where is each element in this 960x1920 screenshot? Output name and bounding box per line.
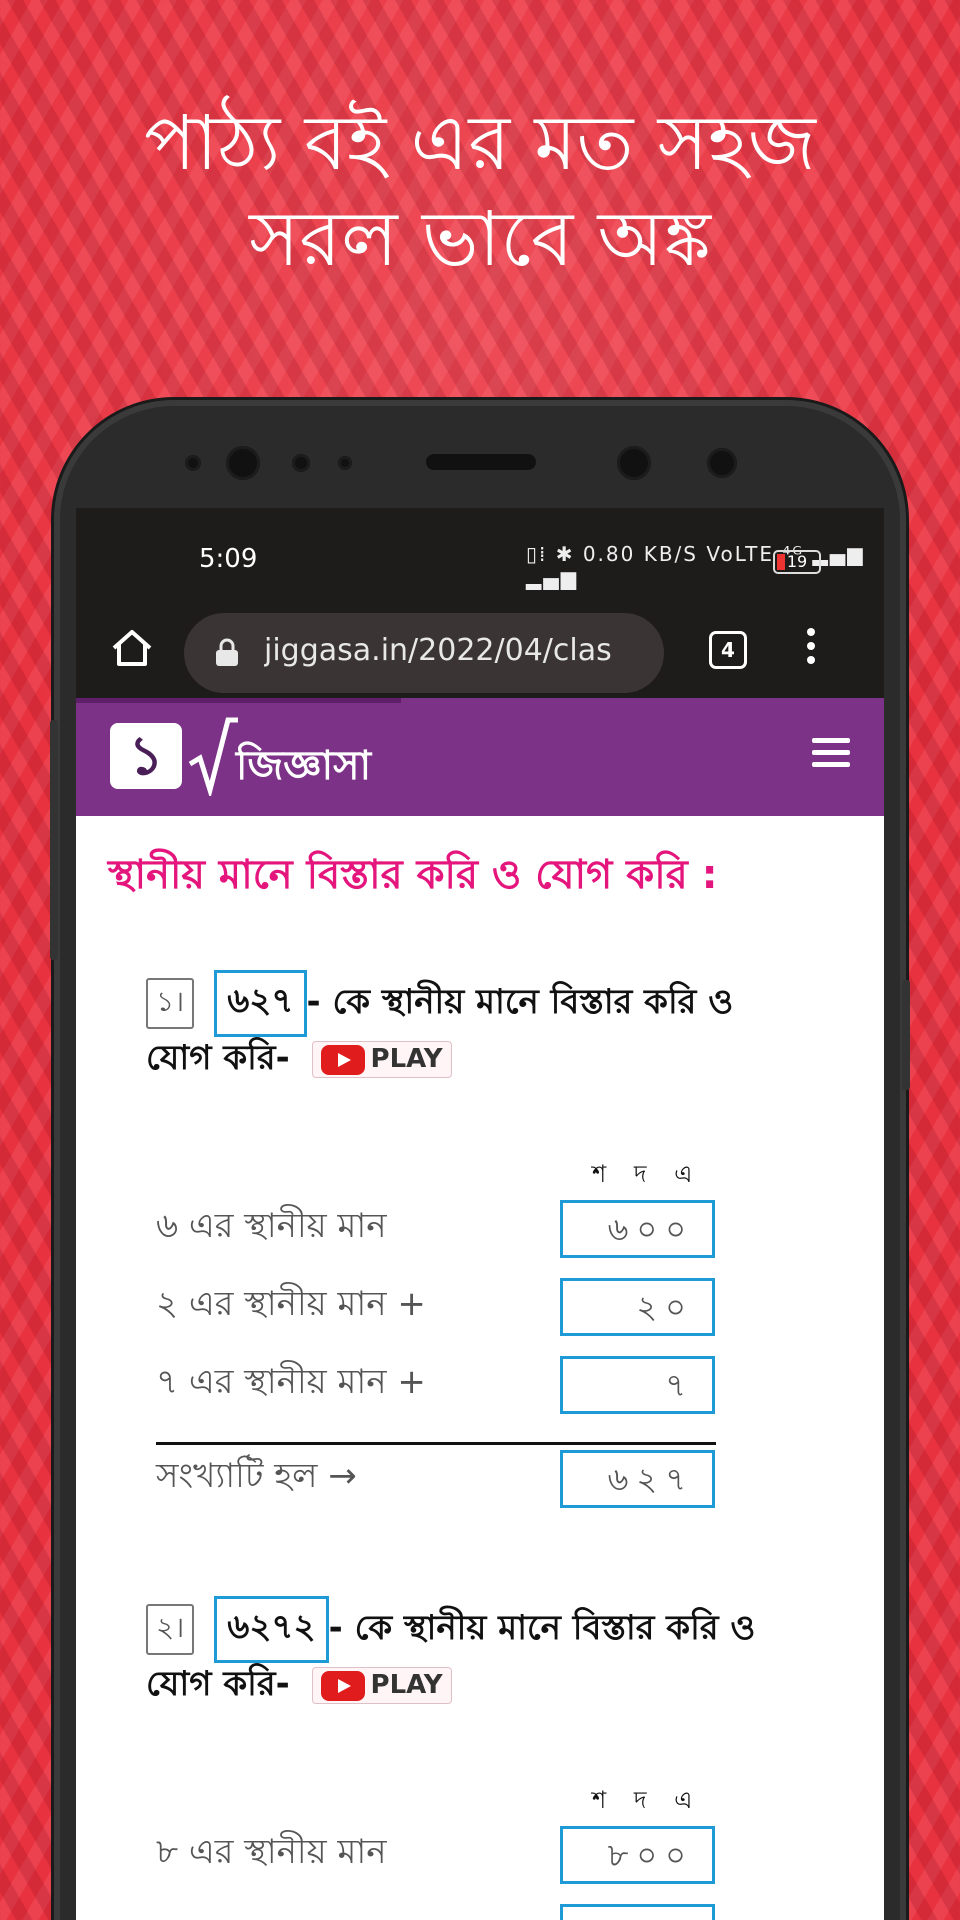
place-value-label: ৬ এর স্থানীয় মান: [156, 1206, 387, 1246]
question-2-line-2: যোগ করি- PLAY: [146, 1658, 452, 1715]
phone-side-button: [902, 980, 910, 1090]
place-value-label: ৭ এর স্থানীয় মান +: [156, 1362, 426, 1402]
place-value-box: ২০: [560, 1278, 715, 1336]
phone-sensor: [707, 448, 737, 478]
phone-sensor: [185, 455, 201, 471]
result-box: ৬২৭: [560, 1450, 715, 1508]
place-value-box: ৭: [560, 1356, 715, 1414]
battery-icon: 19: [773, 550, 821, 574]
phone-speaker: [426, 454, 536, 470]
headline-line-2: সরল ভাবে অঙ্ক: [249, 194, 711, 283]
place-value-label: ২ এর স্থানীয় মান +: [156, 1284, 426, 1324]
site-logo-text[interactable]: জিজ্ঞাসা: [236, 734, 371, 801]
place-value-box: [560, 1904, 715, 1920]
status-time: 5:09: [199, 544, 258, 574]
question-1-header: ১। ৬২৭- কে স্থানীয় মানে বিস্তার করি ও: [146, 970, 733, 1037]
home-icon[interactable]: [106, 622, 158, 674]
question-text: - কে স্থানীয় মানে বিস্তার করি ও: [306, 982, 734, 1022]
headline-line-1: পাঠ্য বই এর মত সহজ: [144, 98, 816, 187]
youtube-icon: [320, 1670, 365, 1701]
result-label: সংখ্যাটি হল →: [156, 1456, 357, 1496]
battery-level: 19: [786, 552, 808, 571]
address-bar[interactable]: jiggasa.in/2022/04/clas: [184, 613, 664, 693]
place-value-header: শ দ এ: [592, 1786, 703, 1814]
promo-headline: পাঠ্য বই এর মত সহজ সরল ভাবে অঙ্ক: [0, 95, 960, 287]
question-2-header: ২। ৬২৭২- কে স্থানীয় মানে বিস্তার করি ও: [146, 1596, 755, 1663]
phone-camera: [226, 446, 260, 480]
place-value-label: ৮ এর স্থানীয় মান: [156, 1832, 387, 1872]
lock-icon: [214, 638, 240, 668]
phone-sensor: [338, 456, 352, 470]
url-text[interactable]: jiggasa.in/2022/04/clas: [264, 633, 654, 668]
question-text: যোগ করি-: [146, 1664, 290, 1704]
place-value-header: শ দ এ: [592, 1160, 703, 1188]
page-title: স্থানীয় মানে বিস্তার করি ও যোগ করি :: [108, 852, 718, 898]
play-label: PLAY: [370, 1044, 443, 1075]
place-value-box: ৬০০: [560, 1200, 715, 1258]
tab-switcher-button[interactable]: 4: [709, 631, 747, 669]
question-number-box: ৬২৭২: [214, 1596, 329, 1663]
sqrt-logo-icon: [188, 717, 238, 796]
phone-camera: [617, 446, 651, 480]
youtube-play-button[interactable]: PLAY: [311, 1667, 452, 1704]
hamburger-menu-icon[interactable]: [812, 738, 850, 770]
site-header: ১ জিজ্ঞাসা: [76, 698, 884, 816]
phone-sensor: [292, 454, 310, 472]
phone-side-button: [50, 720, 58, 960]
web-page: ১ জিজ্ঞাসা স্থানীয় মানে বিস্তার করি ও য…: [76, 698, 884, 1920]
question-1-line-2: যোগ করি- PLAY: [146, 1032, 452, 1089]
question-number: ২।: [146, 1604, 195, 1655]
question-text: - কে স্থানীয় মানে বিস্তার করি ও: [328, 1608, 756, 1648]
status-icons: ▯⁞ ✱ 0.80 KB/S VoLTE ⁴ᴳ ▂▄▆ ▂▄▆: [526, 542, 865, 590]
place-value-box: ৮০০: [560, 1826, 715, 1884]
browser-toolbar: jiggasa.in/2022/04/clas 4: [76, 598, 884, 698]
page-load-progress: [76, 698, 401, 703]
overflow-menu-icon[interactable]: [801, 624, 821, 674]
site-logo-mark[interactable]: ১: [110, 723, 182, 789]
status-bar: 5:09 ▯⁞ ✱ 0.80 KB/S VoLTE ⁴ᴳ ▂▄▆ ▂▄▆ 19: [76, 538, 884, 590]
play-label: PLAY: [370, 1670, 443, 1701]
youtube-icon: [320, 1044, 365, 1075]
sum-divider: [156, 1442, 716, 1445]
question-text: যোগ করি-: [146, 1038, 290, 1078]
question-number: ১।: [146, 978, 195, 1029]
youtube-play-button[interactable]: PLAY: [311, 1041, 452, 1078]
phone-screen: 5:09 ▯⁞ ✱ 0.80 KB/S VoLTE ⁴ᴳ ▂▄▆ ▂▄▆ 19 …: [76, 508, 884, 1920]
question-number-box: ৬২৭: [214, 970, 307, 1037]
